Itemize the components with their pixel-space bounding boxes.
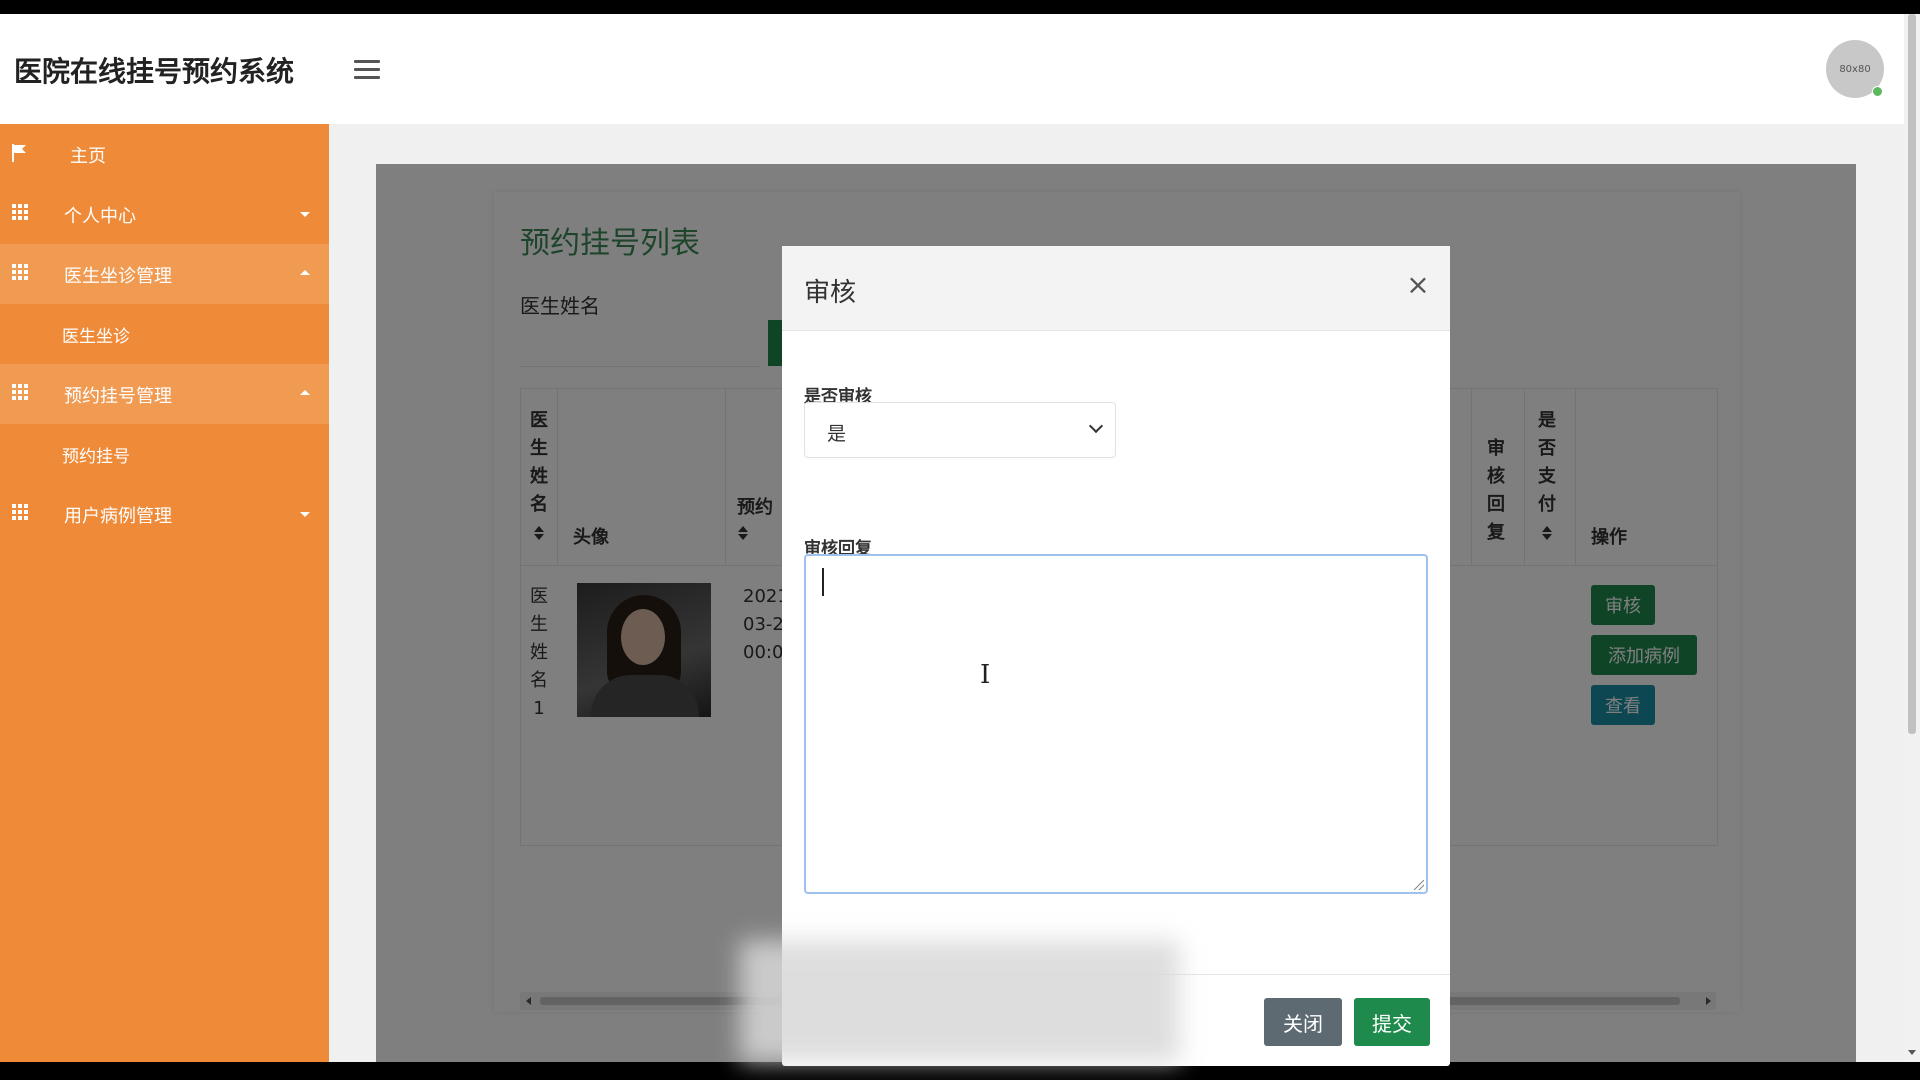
grid-icon bbox=[12, 384, 30, 400]
modal-header: 审核 × bbox=[782, 246, 1450, 331]
scroll-thumb[interactable] bbox=[1908, 14, 1916, 734]
sidebar-item-home[interactable]: 主页 bbox=[0, 124, 329, 184]
sidebar-subitem-doctor-schedule[interactable]: 医生坐诊 bbox=[0, 304, 329, 364]
chevron-down-icon bbox=[1088, 418, 1104, 434]
review-status-select[interactable]: 是 bbox=[804, 402, 1116, 458]
modal-title: 审核 bbox=[804, 278, 857, 308]
sidebar: 主页 个人中心 医生坐诊管理 医生坐诊 预约挂号管理 预约挂号 用户病例管理 bbox=[0, 124, 329, 1062]
resize-handle-icon[interactable] bbox=[1414, 880, 1424, 890]
app-title: 医院在线挂号预约系统 bbox=[14, 55, 295, 88]
blurred-overlay bbox=[740, 940, 1180, 1062]
sidebar-item-label: 医生坐诊 bbox=[62, 327, 130, 347]
close-icon[interactable]: × bbox=[1404, 268, 1432, 301]
top-bar: 医院在线挂号预约系统 80x80 bbox=[0, 14, 1904, 124]
scroll-down-icon[interactable] bbox=[1908, 1050, 1916, 1055]
selected-value: 是 bbox=[827, 423, 847, 445]
sidebar-item-label: 预约挂号 bbox=[62, 447, 130, 467]
caret-up-icon bbox=[300, 390, 310, 395]
grid-icon bbox=[12, 204, 30, 220]
vertical-scrollbar[interactable] bbox=[1904, 14, 1920, 1062]
review-reply-textarea[interactable] bbox=[804, 554, 1428, 894]
grid-icon bbox=[12, 264, 30, 280]
close-button[interactable]: 关闭 bbox=[1264, 998, 1342, 1046]
sidebar-item-label: 医生坐诊管理 bbox=[64, 266, 172, 287]
sidebar-item-label: 用户病例管理 bbox=[64, 506, 172, 527]
sidebar-item-doctor-schedule-mgmt[interactable]: 医生坐诊管理 bbox=[0, 244, 329, 304]
caret-down-icon bbox=[300, 212, 310, 217]
ibeam-cursor-icon: I bbox=[980, 660, 991, 690]
submit-button[interactable]: 提交 bbox=[1354, 998, 1430, 1046]
caret-down-icon bbox=[300, 512, 310, 517]
flag-icon bbox=[12, 144, 26, 162]
sidebar-item-label: 预约挂号管理 bbox=[64, 386, 172, 407]
grid-icon bbox=[12, 504, 30, 520]
sidebar-item-appointment-mgmt[interactable]: 预约挂号管理 bbox=[0, 364, 329, 424]
menu-toggle-icon[interactable] bbox=[354, 60, 380, 82]
sidebar-item-label: 个人中心 bbox=[64, 206, 136, 227]
text-cursor bbox=[822, 568, 824, 596]
sidebar-item-personal-center[interactable]: 个人中心 bbox=[0, 184, 329, 244]
sidebar-item-label: 主页 bbox=[70, 146, 106, 167]
online-status-dot bbox=[1872, 86, 1883, 97]
caret-up-icon bbox=[300, 270, 310, 275]
sidebar-item-case-mgmt[interactable]: 用户病例管理 bbox=[0, 484, 329, 544]
sidebar-subitem-appointment[interactable]: 预约挂号 bbox=[0, 424, 329, 484]
